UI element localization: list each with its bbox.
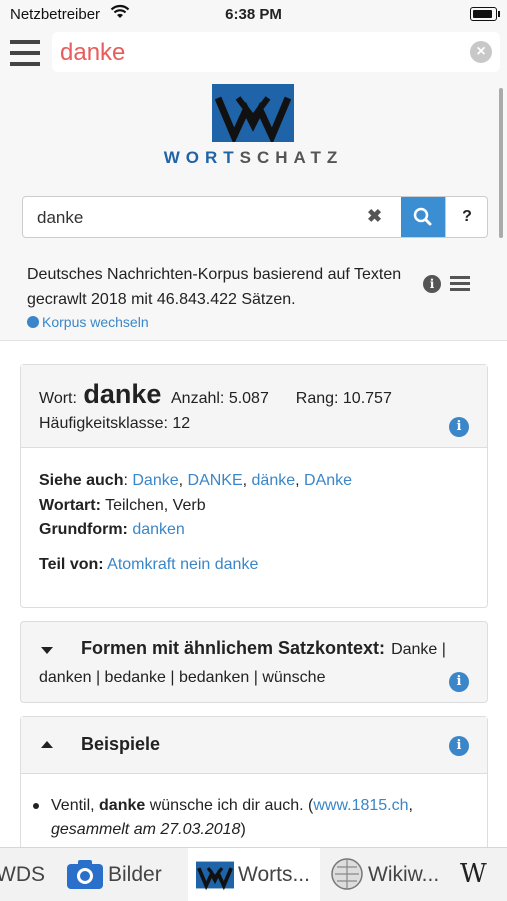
tab-bilder[interactable]: Bilder <box>60 848 185 901</box>
word-details: Siehe auch: Danke, DANKE, dänke, DAnke W… <box>39 472 353 538</box>
word-info-card: Wort: danke Anzahl: 5.087 Rang: 10.757 H… <box>20 364 488 608</box>
rang: Rang: 10.757 <box>295 390 392 407</box>
bullet <box>33 803 39 809</box>
camera-icon <box>67 860 103 889</box>
expand-chevron-icon[interactable] <box>41 647 53 654</box>
see-also-link[interactable]: Danke <box>132 472 178 489</box>
corpus-info-icon[interactable]: i <box>423 275 441 293</box>
see-also-link[interactable]: DANKE <box>188 472 243 489</box>
clear-query-icon[interactable]: × <box>470 41 492 63</box>
teil-von-link[interactable]: Atomkraft nein danke <box>107 556 258 573</box>
teil-label: Teil von: <box>39 556 104 573</box>
clear-search-icon[interactable]: ✖ <box>367 206 382 227</box>
help-button[interactable]: ? <box>445 197 487 237</box>
search-icon <box>413 207 432 226</box>
wortart-value: Teilchen, Verb <box>105 496 206 514</box>
search-button[interactable] <box>401 197 445 237</box>
info-icon[interactable]: i <box>449 672 469 692</box>
wortschatz-logo <box>212 84 294 142</box>
tab-wds[interactable]: WDS <box>0 848 50 901</box>
switch-corpus-link[interactable]: Korpus wechseln <box>27 314 149 330</box>
bottom-tab-bar: WDS Bilder Worts... Wikiw... W <box>0 847 507 901</box>
wort-label: Wort: <box>39 390 77 407</box>
see-also-link[interactable]: dänke <box>252 472 296 489</box>
similar-forms-list: danken | bedanke | bedanken | wünsche <box>39 669 326 686</box>
wortschatz-wordmark: WORTSCHATZ <box>163 148 344 167</box>
wortschatz-header: WORTSCHATZ danke ✖ ? Deutsches Nachricht… <box>0 80 507 341</box>
examples-title: Beispiele <box>81 734 161 754</box>
hamburger-menu-icon[interactable] <box>10 40 40 66</box>
corpus-description: Deutsches Nachrichten-Korpus basierend a… <box>27 266 402 308</box>
corpus-menu-icon[interactable] <box>450 276 470 292</box>
wortschatz-search-value[interactable]: danke <box>37 208 83 228</box>
headword: danke <box>83 379 162 409</box>
example-source-link[interactable]: www.1815.ch <box>313 797 408 814</box>
query-text[interactable]: danke <box>60 39 125 67</box>
globe-icon <box>331 858 363 890</box>
wikipedia-w-icon: W <box>460 859 487 889</box>
siehe-label: Siehe auch <box>39 472 124 489</box>
query-input[interactable]: danke × <box>52 32 500 72</box>
info-icon[interactable]: i <box>449 736 469 756</box>
similar-forms-list: Danke | <box>391 641 446 658</box>
anzahl: Anzahl: 5.087 <box>171 390 269 407</box>
status-bar: Netzbetreiber 6:38 PM <box>0 0 507 28</box>
similar-forms-card[interactable]: Formen mit ähnlichem Satzkontext: Danke |… <box>20 621 488 703</box>
see-also-link[interactable]: DAnke <box>304 472 352 489</box>
similar-forms-title: Formen mit ähnlichem Satzkontext: <box>81 638 386 658</box>
collapse-chevron-icon[interactable] <box>41 741 53 748</box>
battery-icon <box>470 7 500 21</box>
wortschatz-logo-icon <box>196 861 234 891</box>
clock: 6:38 PM <box>225 6 282 23</box>
grundform-link[interactable]: danken <box>132 521 185 538</box>
globe-icon <box>27 316 39 328</box>
examples-header[interactable]: Beispiele i <box>21 717 487 774</box>
info-icon[interactable]: i <box>449 417 469 437</box>
wortart-label: Wortart: <box>39 496 101 514</box>
app-search-bar: danke × <box>0 28 507 81</box>
example-sentence: Ventil, danke wünsche ich dir auch. (www… <box>51 797 413 838</box>
wortschatz-search-box[interactable]: danke ✖ ? <box>22 196 488 238</box>
tab-wikiwand[interactable]: Wikiw... <box>322 848 446 901</box>
frequency-class: Häufigkeitsklasse: 12 <box>39 415 191 432</box>
word-info-header: Wort: danke Anzahl: 5.087 Rang: 10.757 H… <box>21 365 487 448</box>
scroll-indicator <box>499 88 503 238</box>
tab-wortschatz[interactable]: Worts... <box>188 848 320 901</box>
grundform-label: Grundform: <box>39 521 128 538</box>
tab-wikipedia[interactable]: W <box>450 848 507 901</box>
